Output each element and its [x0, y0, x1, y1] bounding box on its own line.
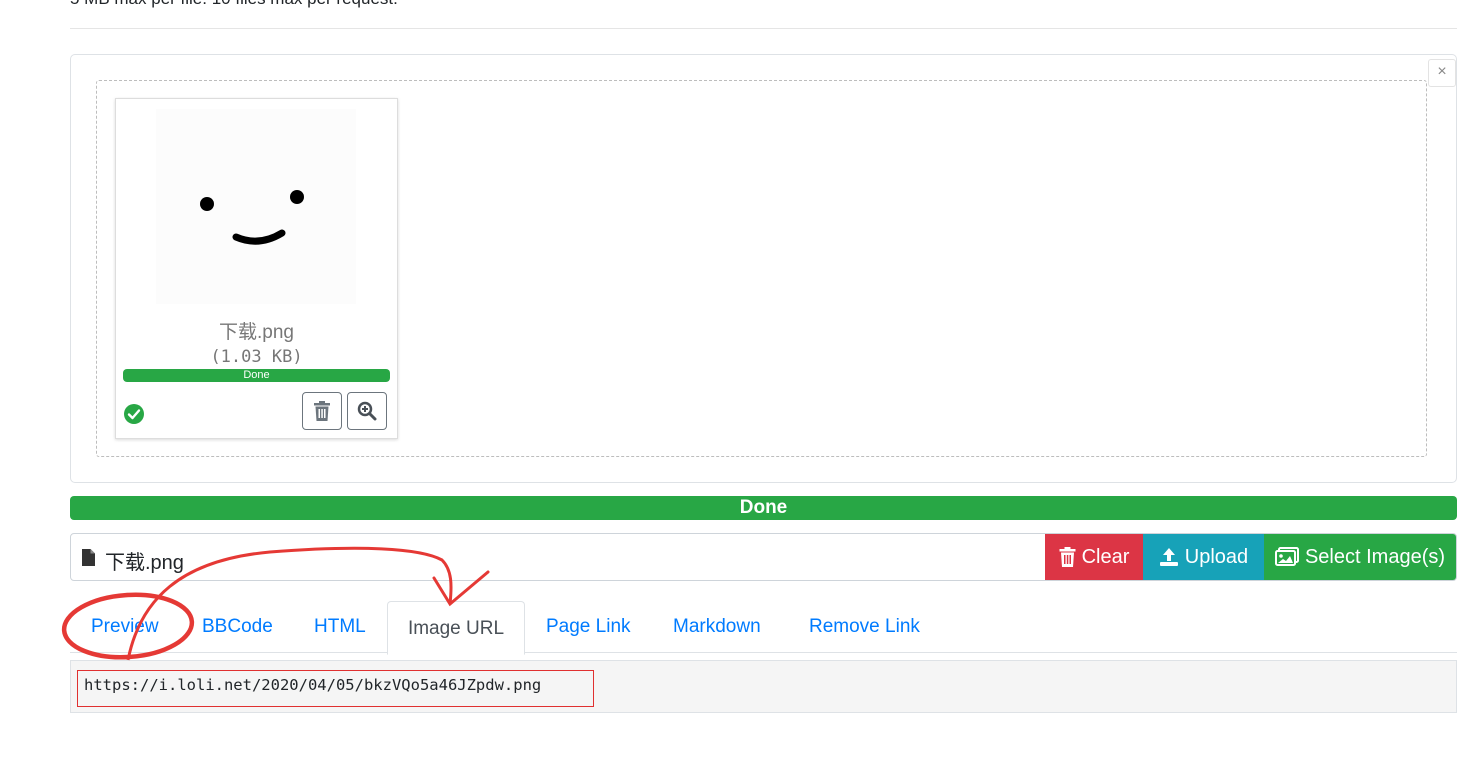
file-icon: [82, 549, 95, 566]
clear-label: Clear: [1081, 545, 1130, 568]
trash-icon: [1059, 547, 1076, 567]
tab-bbcode[interactable]: BBCode: [202, 616, 273, 638]
file-limit-note: 5 MB max per file. 10 files max per requ…: [70, 0, 398, 9]
upload-icon: [1159, 548, 1178, 566]
tab-remove-link[interactable]: Remove Link: [809, 616, 920, 638]
select-images-button[interactable]: Select Image(s): [1264, 534, 1456, 580]
tabs-divider: [70, 652, 1457, 653]
selected-file-name: 下载.png: [105, 552, 184, 574]
images-icon: [1274, 547, 1299, 566]
file-input-group: 下载.png Clear Upload Select Image(s): [70, 533, 1457, 581]
image-preview: [156, 109, 356, 304]
close-button[interactable]: ×: [1428, 59, 1456, 87]
upload-progress-bar: Done: [70, 496, 1457, 520]
upload-panel: × 下载.png (1.03 KB) Done: [70, 54, 1457, 483]
thumbnail-filesize: (1.03 KB): [210, 347, 303, 367]
divider: [70, 28, 1457, 29]
thumbnail-filename: 下载.png: [219, 322, 294, 343]
drop-zone[interactable]: 下载.png (1.03 KB) Done: [96, 80, 1427, 457]
smiley-image: [200, 190, 304, 245]
tab-html[interactable]: HTML: [314, 616, 366, 638]
zoom-preview-button[interactable]: [347, 392, 387, 430]
select-images-label: Select Image(s): [1304, 545, 1446, 568]
tab-image-url[interactable]: Image URL: [387, 601, 525, 655]
tab-markdown[interactable]: Markdown: [673, 616, 761, 638]
tab-preview[interactable]: Preview: [91, 616, 159, 638]
upload-label: Upload: [1184, 545, 1249, 568]
clear-button[interactable]: Clear: [1045, 534, 1143, 580]
delete-file-button[interactable]: [302, 392, 342, 430]
upload-button[interactable]: Upload: [1143, 534, 1264, 580]
thumbnail-progress-bar: Done: [123, 369, 390, 382]
check-circle-icon: [124, 404, 144, 424]
url-highlight-box: [77, 670, 594, 707]
tab-page-link[interactable]: Page Link: [546, 616, 631, 638]
file-thumbnail-card: 下载.png (1.03 KB) Done: [115, 98, 398, 439]
zoom-in-icon: [357, 401, 377, 421]
trash-icon: [314, 401, 330, 421]
